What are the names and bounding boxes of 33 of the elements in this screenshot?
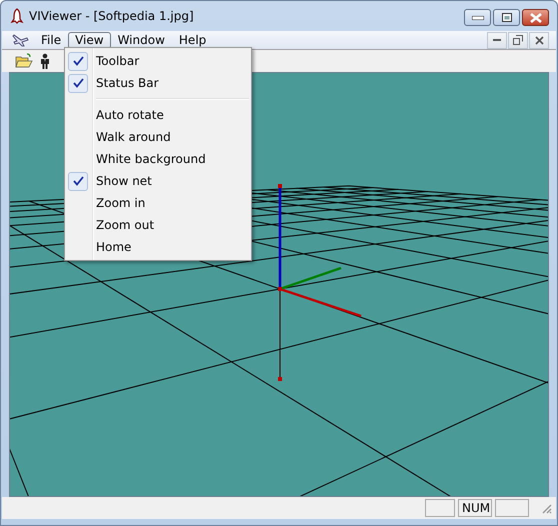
restore-button[interactable] [508,32,528,48]
menu-item[interactable]: File [34,32,68,48]
status-panel [495,499,529,517]
menu-option[interactable]: Zoom out [96,218,154,232]
rocket-icon [9,8,25,24]
close-icon [534,36,544,44]
menu-option[interactable]: White background [96,152,206,166]
airplane-icon[interactable] [12,32,30,48]
close-icon [530,12,542,22]
menu-item[interactable]: View [68,32,111,48]
minimize-button[interactable] [487,32,507,48]
close-button[interactable] [522,9,549,26]
menu-option[interactable]: Zoom in [96,196,146,210]
maximize-button[interactable] [493,9,520,26]
menu-option[interactable]: Status Bar [96,76,159,90]
restore-icon [513,35,523,45]
open-folder-icon[interactable] [14,53,34,69]
minimize-icon [472,16,484,20]
menu-option[interactable]: Toolbar [96,54,140,68]
resize-grip-icon[interactable] [540,502,552,514]
window-title: VIViewer - [Softpedia 1.jpg] [29,9,195,23]
menu-option[interactable]: Walk around [96,130,171,144]
minimize-icon [493,38,501,42]
num-lock-indicator: NUM [458,499,492,517]
menu-option[interactable]: Home [96,240,132,254]
status-panel [425,499,455,517]
menu-option[interactable]: Auto rotate [96,108,164,122]
menu-item[interactable]: Help [172,32,214,48]
menu-item[interactable]: Window [110,32,172,48]
minimize-button[interactable] [464,9,491,26]
maximize-icon [502,13,512,22]
menu-option[interactable]: Show net [96,174,152,188]
person-icon[interactable] [38,52,52,70]
